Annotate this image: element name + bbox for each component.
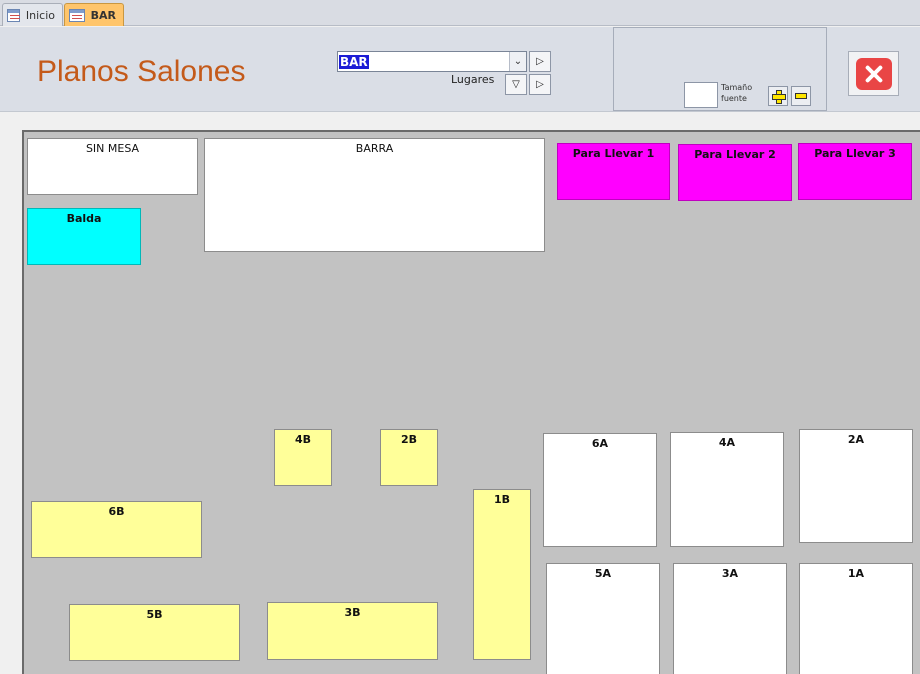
table-4a[interactable]: 4A [670, 432, 784, 547]
table-para-llevar-2[interactable]: Para Llevar 2 [678, 144, 792, 201]
form-header: Planos Salones BAR ⌄ ▷ Lugares ▽ ▷ Tamañ… [0, 27, 920, 112]
table-1a[interactable]: 1A [799, 563, 913, 674]
table-5a[interactable]: 5A [546, 563, 660, 674]
table-sin-mesa[interactable]: SIN MESA [27, 138, 198, 195]
triangle-down-icon: ▽ [512, 79, 520, 90]
table-5b[interactable]: 5B [69, 604, 240, 661]
table-balda[interactable]: Balda [27, 208, 141, 265]
page-title: Planos Salones [37, 55, 246, 88]
table-4b[interactable]: 4B [274, 429, 332, 486]
table-6a[interactable]: 6A [543, 433, 657, 547]
next-salon-button[interactable]: ▷ [529, 51, 551, 72]
font-decrease-button[interactable] [791, 86, 811, 106]
minus-icon [795, 93, 807, 99]
table-2a[interactable]: 2A [799, 429, 913, 543]
tab-inicio[interactable]: Inicio [2, 3, 63, 26]
tab-bar[interactable]: BAR [64, 3, 124, 26]
table-3b[interactable]: 3B [267, 602, 438, 660]
lugares-down-button[interactable]: ▽ [505, 74, 527, 95]
font-size-field[interactable] [684, 82, 718, 108]
form-icon [7, 8, 20, 22]
close-button[interactable] [848, 51, 899, 96]
tab-inicio-label: Inicio [25, 8, 55, 22]
close-icon [855, 57, 892, 90]
lugares-label: Lugares [451, 73, 495, 86]
form-icon [69, 8, 85, 22]
chevron-down-icon: ⌄ [513, 56, 523, 67]
font-size-panel: Tamaño fuente [613, 27, 827, 111]
combo-dropdown-button[interactable]: ⌄ [509, 52, 526, 71]
tab-bar-label: BAR [90, 8, 116, 22]
table-1b[interactable]: 1B [473, 489, 531, 660]
table-para-llevar-1[interactable]: Para Llevar 1 [557, 143, 670, 200]
lugares-next-button[interactable]: ▷ [529, 74, 551, 95]
table-2b[interactable]: 2B [380, 429, 438, 486]
play-right-icon: ▷ [536, 79, 544, 90]
font-size-label: Tamaño fuente [721, 83, 753, 103]
play-right-icon: ▷ [536, 56, 544, 67]
document-tab-bar: Inicio BAR [0, 0, 920, 26]
plus-icon [772, 90, 786, 104]
table-barra[interactable]: BARRA [204, 138, 545, 252]
floor-plan: SIN MESA BARRA Para Llevar 1 Para Llevar… [22, 130, 920, 674]
salon-combobox[interactable]: BAR ⌄ [337, 51, 527, 72]
table-3a[interactable]: 3A [673, 563, 787, 674]
table-para-llevar-3[interactable]: Para Llevar 3 [798, 143, 912, 200]
salon-combobox-value: BAR [339, 54, 369, 69]
table-6b[interactable]: 6B [31, 501, 202, 558]
font-increase-button[interactable] [768, 86, 788, 106]
